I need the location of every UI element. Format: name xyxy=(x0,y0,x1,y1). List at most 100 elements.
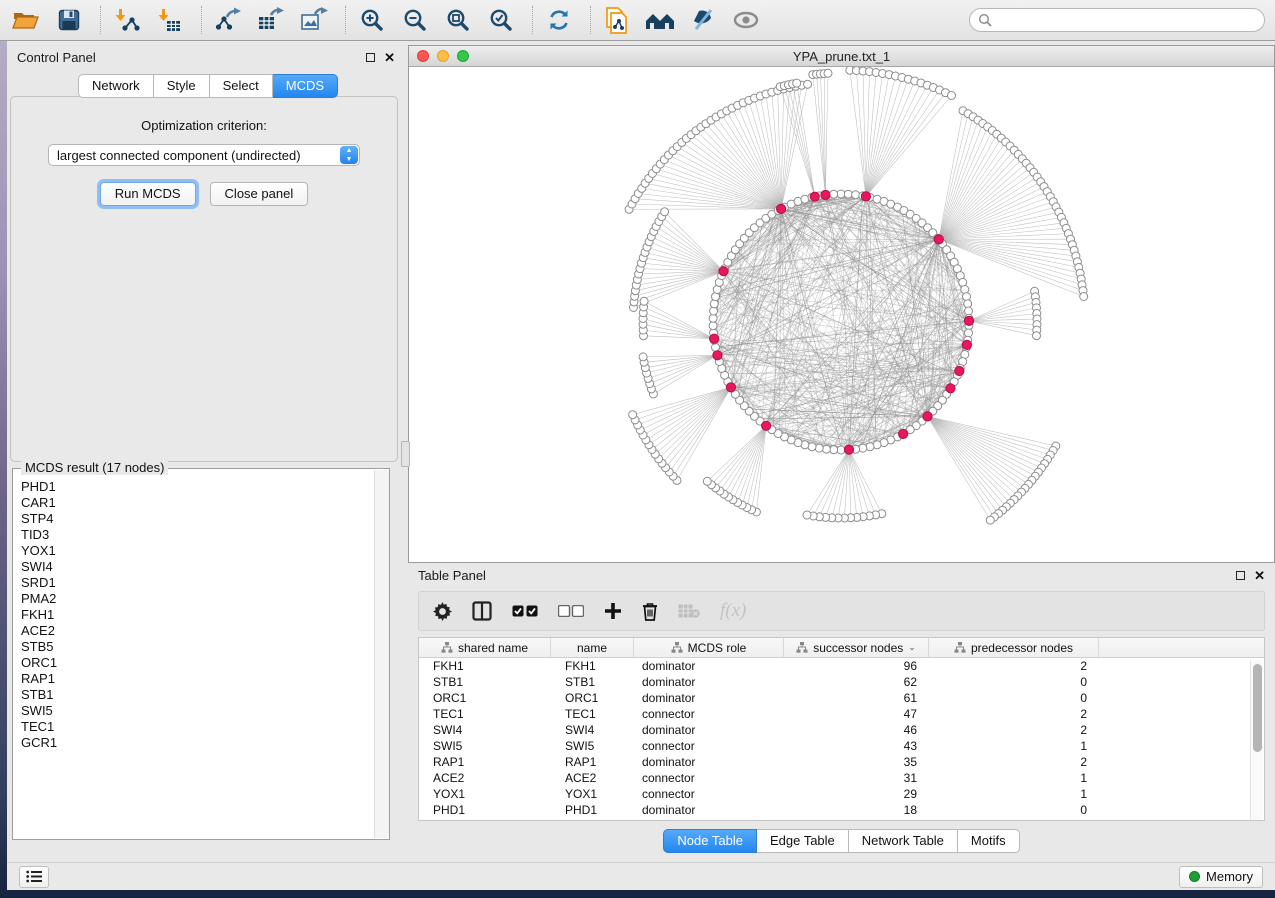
graph-node[interactable] xyxy=(837,190,845,198)
list-item[interactable]: PMA2 xyxy=(21,591,373,607)
import-network-icon[interactable] xyxy=(111,4,143,36)
column-header-successor-nodes[interactable]: successor nodes⌄ xyxy=(784,638,929,657)
splitter-handle[interactable] xyxy=(401,441,410,467)
table-cell[interactable]: PHD1 xyxy=(551,803,634,817)
table-cell[interactable]: TEC1 xyxy=(551,707,634,721)
graph-hub-node[interactable] xyxy=(964,316,973,325)
table-cell[interactable]: RAP1 xyxy=(419,755,551,769)
table-cell[interactable]: 1 xyxy=(929,739,1099,753)
graph-hub-node[interactable] xyxy=(955,366,964,375)
table-row[interactable]: YOX1YOX1connector291 xyxy=(419,786,1264,802)
tab-edge-table[interactable]: Edge Table xyxy=(757,829,849,853)
table-cell[interactable]: dominator xyxy=(634,659,784,673)
table-row[interactable]: STB1STB1dominator620 xyxy=(419,674,1264,690)
graph-node[interactable] xyxy=(803,511,811,519)
list-item[interactable]: RAP1 xyxy=(21,671,373,687)
graph-node[interactable] xyxy=(640,297,648,305)
list-item[interactable]: STP4 xyxy=(21,511,373,527)
select-all-icon[interactable] xyxy=(512,599,538,623)
table-cell[interactable]: connector xyxy=(634,787,784,801)
table-cell[interactable]: dominator xyxy=(634,691,784,705)
criterion-select[interactable]: largest connected component (undirected)… xyxy=(48,144,360,166)
graph-hub-node[interactable] xyxy=(899,429,908,438)
table-cell[interactable]: RAP1 xyxy=(551,755,634,769)
list-item[interactable]: YOX1 xyxy=(21,543,373,559)
table-cell[interactable]: YOX1 xyxy=(419,787,551,801)
graph-hub-node[interactable] xyxy=(923,412,932,421)
export-table-icon[interactable] xyxy=(255,4,287,36)
show-details-icon[interactable] xyxy=(730,4,762,36)
task-history-button[interactable] xyxy=(19,866,49,888)
deselect-all-icon[interactable] xyxy=(558,599,584,623)
table-cell[interactable]: 31 xyxy=(784,771,929,785)
memory-button[interactable]: Memory xyxy=(1179,866,1263,888)
table-row[interactable]: PHD1PHD1dominator180 xyxy=(419,802,1264,818)
table-cell[interactable]: dominator xyxy=(634,675,784,689)
graph-node[interactable] xyxy=(703,477,711,485)
table-cell[interactable]: STB1 xyxy=(551,675,634,689)
table-cell[interactable]: connector xyxy=(634,707,784,721)
column-header-MCDS-role[interactable]: MCDS role xyxy=(634,638,784,657)
column-header-name[interactable]: name xyxy=(551,638,634,657)
graph-node[interactable] xyxy=(837,446,845,454)
tab-mcds[interactable]: MCDS xyxy=(273,74,338,98)
graph-node[interactable] xyxy=(639,353,647,361)
table-cell[interactable]: 62 xyxy=(784,675,929,689)
table-cell[interactable]: ACE2 xyxy=(551,771,634,785)
graph-hub-node[interactable] xyxy=(719,267,728,276)
float-table-panel-icon[interactable] xyxy=(1236,571,1245,580)
float-panel-icon[interactable] xyxy=(366,53,375,62)
table-cell[interactable]: 2 xyxy=(929,755,1099,769)
zoom-out-icon[interactable] xyxy=(399,4,431,36)
list-item[interactable]: CAR1 xyxy=(21,495,373,511)
export-image-icon[interactable] xyxy=(298,4,330,36)
graph-hub-node[interactable] xyxy=(946,384,955,393)
table-cell[interactable]: 18 xyxy=(784,803,929,817)
graph-node[interactable] xyxy=(709,314,717,322)
add-column-icon[interactable] xyxy=(604,599,622,623)
column-header-predecessor-nodes[interactable]: predecessor nodes xyxy=(929,638,1099,657)
graph-node[interactable] xyxy=(709,322,717,330)
table-cell[interactable]: 47 xyxy=(784,707,929,721)
hide-details-icon[interactable] xyxy=(687,4,719,36)
graph-node[interactable] xyxy=(859,444,867,452)
tab-select[interactable]: Select xyxy=(210,74,273,98)
list-item[interactable]: TEC1 xyxy=(21,719,373,735)
list-item[interactable]: TID3 xyxy=(21,527,373,543)
table-cell[interactable]: 0 xyxy=(929,691,1099,705)
table-cell[interactable]: FKH1 xyxy=(419,659,551,673)
table-cell[interactable]: 96 xyxy=(784,659,929,673)
table-cell[interactable]: 29 xyxy=(784,787,929,801)
graph-hub-node[interactable] xyxy=(713,351,722,360)
search-field[interactable] xyxy=(997,13,1256,27)
table-cell[interactable]: 0 xyxy=(929,675,1099,689)
table-cell[interactable]: 35 xyxy=(784,755,929,769)
table-cell[interactable]: 0 xyxy=(929,803,1099,817)
graph-hub-node[interactable] xyxy=(962,340,971,349)
close-table-panel-icon[interactable]: ✕ xyxy=(1254,571,1265,580)
list-item[interactable]: SRD1 xyxy=(21,575,373,591)
duplicate-network-icon[interactable] xyxy=(601,4,633,36)
graph-node[interactable] xyxy=(830,446,838,454)
table-cell[interactable]: dominator xyxy=(634,803,784,817)
table-cell[interactable]: SWI4 xyxy=(419,723,551,737)
table-row[interactable]: TEC1TEC1connector472 xyxy=(419,706,1264,722)
graph-node[interactable] xyxy=(948,92,956,100)
table-scrollbar-thumb[interactable] xyxy=(1253,664,1262,752)
import-table-icon[interactable] xyxy=(154,4,186,36)
table-row[interactable]: FKH1FKH1dominator962 xyxy=(419,658,1264,674)
list-item[interactable]: STB5 xyxy=(21,639,373,655)
open-file-icon[interactable] xyxy=(10,4,42,36)
table-cell[interactable]: 61 xyxy=(784,691,929,705)
mcds-result-scrollbar[interactable] xyxy=(374,470,389,838)
table-cell[interactable]: 2 xyxy=(929,707,1099,721)
graph-node[interactable] xyxy=(866,443,874,451)
table-cell[interactable]: TEC1 xyxy=(419,707,551,721)
table-cell[interactable]: 46 xyxy=(784,723,929,737)
tab-network-table[interactable]: Network Table xyxy=(849,829,958,853)
first-neighbors-icon[interactable] xyxy=(644,4,676,36)
graph-hub-node[interactable] xyxy=(762,421,771,430)
zoom-in-icon[interactable] xyxy=(356,4,388,36)
table-row[interactable]: SWI4SWI4dominator462 xyxy=(419,722,1264,738)
graph-node[interactable] xyxy=(824,69,832,77)
